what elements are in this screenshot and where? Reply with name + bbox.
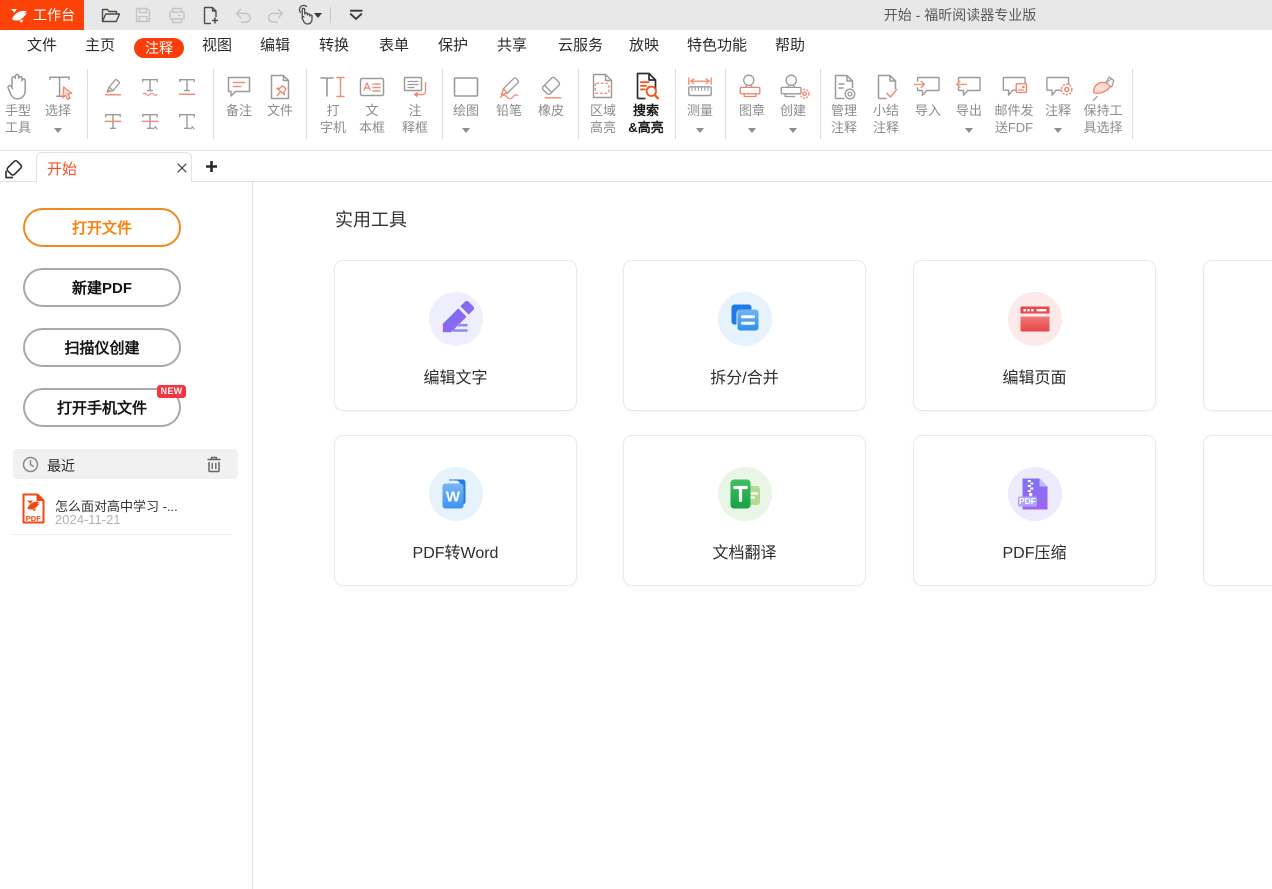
svg-text:W: W	[446, 489, 461, 506]
svg-text:PDF: PDF	[1019, 496, 1036, 506]
svg-text:PDF: PDF	[26, 514, 41, 523]
